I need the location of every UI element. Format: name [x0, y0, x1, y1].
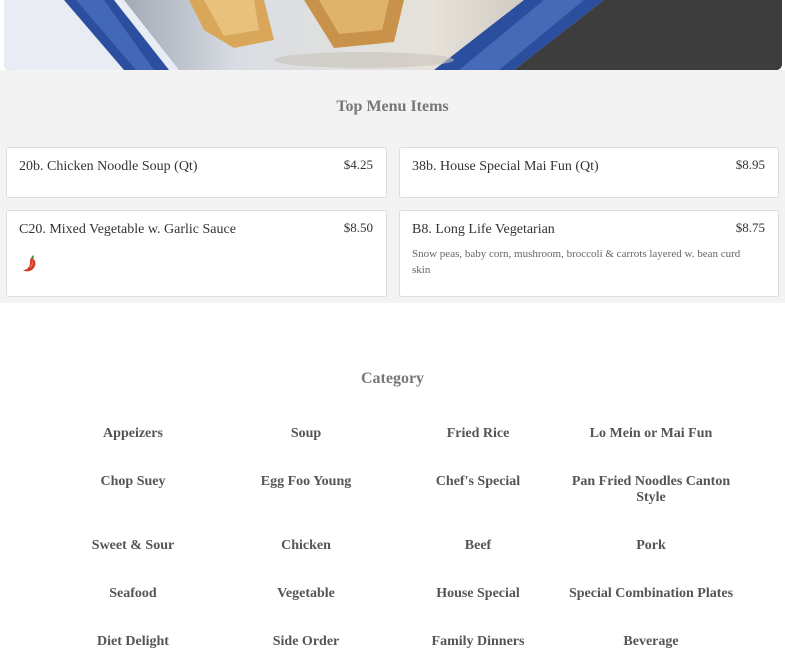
menu-item-name: 38b. House Special Mai Fun (Qt)	[412, 159, 599, 174]
spring-rolls-illustration	[4, 0, 782, 70]
category-link[interactable]: Special Combination Plates	[565, 586, 737, 602]
menu-item-card[interactable]: B8. Long Life Vegetarian $8.75 Snow peas…	[399, 210, 779, 297]
menu-item-price: $8.50	[343, 220, 373, 235]
top-menu-section: Top Menu Items 20b. Chicken Noodle Soup …	[0, 70, 785, 303]
menu-item-price: $4.25	[343, 157, 373, 172]
menu-item-price: $8.95	[735, 157, 765, 172]
category-link[interactable]: Beef	[392, 538, 564, 554]
category-link[interactable]: Pork	[565, 538, 737, 554]
menu-item-name: 20b. Chicken Noodle Soup (Qt)	[19, 159, 198, 174]
menu-item-name: C20. Mixed Vegetable w. Garlic Sauce	[19, 222, 236, 237]
category-link[interactable]: Vegetable	[220, 586, 392, 602]
category-link[interactable]: Family Dinners	[392, 634, 564, 648]
menu-item-card[interactable]: 38b. House Special Mai Fun (Qt) $8.95	[399, 147, 779, 198]
top-menu-title: Top Menu Items	[336, 98, 449, 115]
chili-pepper-icon	[23, 255, 36, 272]
menu-item-price: $8.75	[735, 220, 765, 235]
category-link[interactable]: Pan Fried Noodles Canton Style	[565, 474, 737, 506]
category-link[interactable]: Beverage	[565, 634, 737, 648]
category-link[interactable]: Sweet & Sour	[47, 538, 219, 554]
category-link[interactable]: House Special	[392, 586, 564, 602]
menu-item-name: B8. Long Life Vegetarian	[412, 222, 555, 237]
menu-item-description: Snow peas, baby corn, mushroom, broccoli…	[412, 248, 741, 276]
category-link[interactable]: Chef's Special	[392, 474, 564, 490]
category-link[interactable]: Egg Foo Young	[220, 474, 392, 490]
category-link[interactable]: Appeizers	[47, 426, 219, 442]
menu-item-card[interactable]: 20b. Chicken Noodle Soup (Qt) $4.25	[6, 147, 387, 198]
hero-image	[4, 0, 782, 70]
category-link[interactable]: Fried Rice	[392, 426, 564, 442]
category-link[interactable]: Chicken	[220, 538, 392, 554]
category-link[interactable]: Seafood	[47, 586, 219, 602]
category-link[interactable]: Diet Delight	[47, 634, 219, 648]
category-link[interactable]: Lo Mein or Mai Fun	[565, 426, 737, 442]
category-link[interactable]: Chop Suey	[47, 474, 219, 490]
menu-item-card[interactable]: C20. Mixed Vegetable w. Garlic Sauce $8.…	[6, 210, 387, 297]
category-link[interactable]: Side Order	[220, 634, 392, 648]
category-link[interactable]: Soup	[220, 426, 392, 442]
category-title: Category	[360, 370, 425, 387]
